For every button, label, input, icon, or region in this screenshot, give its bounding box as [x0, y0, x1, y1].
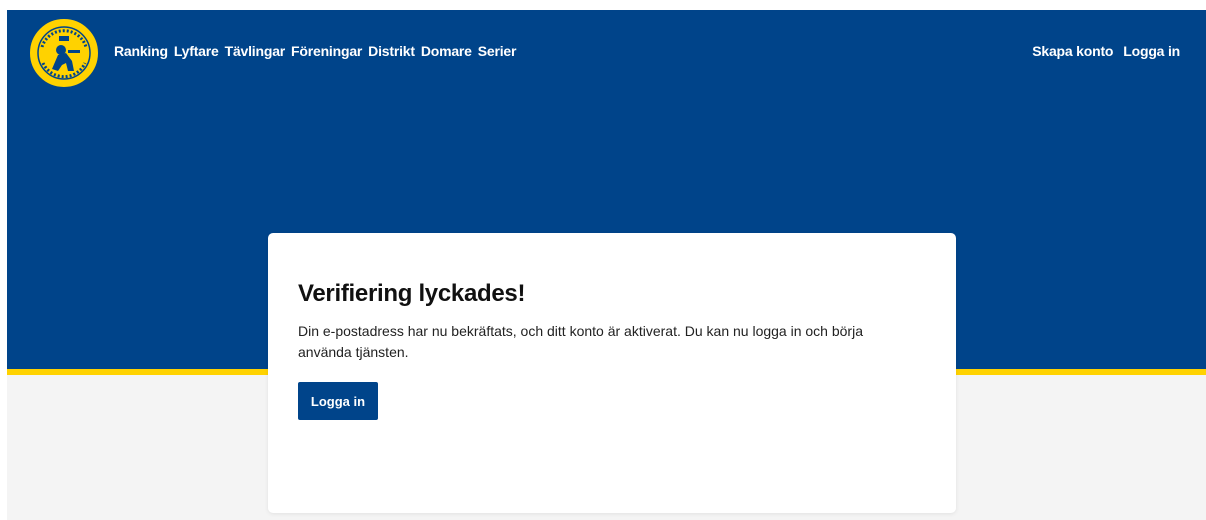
- create-account-link[interactable]: Skapa konto: [1032, 43, 1113, 59]
- nav-tavlingar[interactable]: Tävlingar: [225, 43, 286, 59]
- nav-ranking[interactable]: Ranking: [114, 43, 168, 59]
- federation-emblem-icon[interactable]: [28, 17, 100, 89]
- login-button[interactable]: Logga in: [298, 382, 378, 420]
- card-title: Verifiering lyckades!: [298, 280, 526, 307]
- nav-serier[interactable]: Serier: [478, 43, 517, 59]
- nav-distrikt[interactable]: Distrikt: [368, 43, 415, 59]
- verification-card: Verifiering lyckades! Din e-postadress h…: [268, 233, 956, 513]
- nav-lyftare[interactable]: Lyftare: [174, 43, 219, 59]
- nav-domare[interactable]: Domare: [421, 43, 472, 59]
- page: Ranking Lyftare Tävlingar Föreningar Dis…: [0, 0, 1206, 520]
- main-nav: Ranking Lyftare Tävlingar Föreningar Dis…: [114, 43, 516, 59]
- account-nav: Skapa konto Logga in: [1032, 43, 1180, 59]
- card-message: Din e-postadress har nu bekräftats, och …: [298, 323, 863, 360]
- login-link[interactable]: Logga in: [1123, 43, 1180, 59]
- nav-foreningar[interactable]: Föreningar: [291, 43, 362, 59]
